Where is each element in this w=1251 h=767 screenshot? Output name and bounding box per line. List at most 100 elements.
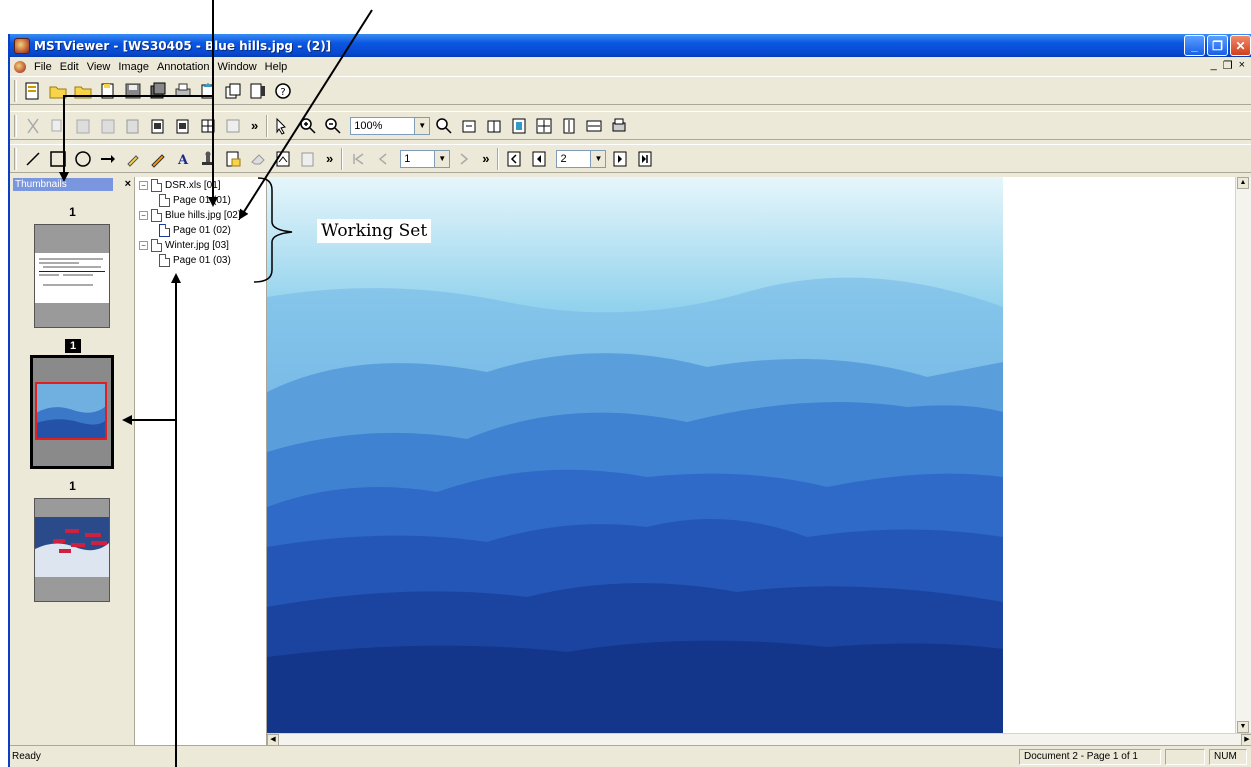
new-workset-icon[interactable] xyxy=(22,80,44,102)
page-icon xyxy=(159,193,170,207)
print-icon[interactable] xyxy=(172,80,194,102)
first-page-icon[interactable] xyxy=(347,148,369,170)
close-icon[interactable]: × xyxy=(125,178,131,190)
stamp-tool-icon[interactable] xyxy=(197,148,219,170)
tree-document[interactable]: − DSR.xls [01] xyxy=(139,178,221,192)
thumbnail-blue-hills[interactable] xyxy=(30,355,114,469)
chevron-down-icon[interactable]: ▼ xyxy=(434,150,450,167)
tree-document-label: Winter.jpg [03] xyxy=(165,239,229,251)
minimize-button[interactable]: _ xyxy=(1184,35,1205,56)
tree-document[interactable]: − Winter.jpg [03] xyxy=(139,238,229,252)
help-icon[interactable]: ? xyxy=(272,80,294,102)
chevron-down-icon[interactable]: ▼ xyxy=(590,150,606,167)
annotation-layer-icon[interactable] xyxy=(272,148,294,170)
insert-before-icon[interactable] xyxy=(147,115,169,137)
page-grid-alt-icon[interactable] xyxy=(222,115,244,137)
mdi-minimize-button[interactable]: _ xyxy=(1211,59,1217,72)
open-document-icon[interactable] xyxy=(97,80,119,102)
rotate-icon[interactable] xyxy=(458,115,480,137)
tree-page[interactable]: Page 01 (02) xyxy=(159,223,231,237)
fit-width-icon[interactable] xyxy=(583,115,605,137)
toolbar-overflow[interactable]: » xyxy=(482,151,489,166)
menu-annotation[interactable]: Annotation xyxy=(153,61,214,73)
chevron-down-icon[interactable]: ▼ xyxy=(414,117,430,134)
highlighter-tool-icon[interactable] xyxy=(122,148,144,170)
fit-page-icon[interactable] xyxy=(508,115,530,137)
tree-page[interactable]: Page 01 (01) xyxy=(159,193,231,207)
save-icon[interactable] xyxy=(122,80,144,102)
annotation-copy-icon[interactable] xyxy=(297,148,319,170)
collapse-icon[interactable]: − xyxy=(139,210,148,220)
page-grid-icon[interactable] xyxy=(197,115,219,137)
magnifier-icon[interactable] xyxy=(433,115,455,137)
zoom-out-icon[interactable] xyxy=(322,115,344,137)
thumbnail-dsr[interactable] xyxy=(34,224,110,328)
menu-view[interactable]: View xyxy=(83,61,115,73)
prev-document-icon[interactable] xyxy=(528,148,550,170)
document-icon[interactable] xyxy=(14,60,26,73)
scroll-up-icon[interactable]: ▲ xyxy=(1237,177,1249,189)
menu-window[interactable]: Window xyxy=(214,61,261,73)
copy-document-icon[interactable] xyxy=(222,80,244,102)
eraser-icon[interactable] xyxy=(247,148,269,170)
next-page-icon[interactable] xyxy=(453,148,475,170)
toolbar-overflow[interactable]: » xyxy=(326,151,333,166)
menu-image[interactable]: Image xyxy=(114,61,153,73)
toolbar-grip[interactable] xyxy=(14,79,17,102)
tree-document[interactable]: − Blue hills.jpg [02] xyxy=(139,208,241,222)
cut-icon[interactable] xyxy=(22,115,44,137)
properties-icon[interactable] xyxy=(247,80,269,102)
copy-icon[interactable] xyxy=(47,115,69,137)
menu-help[interactable]: Help xyxy=(261,61,292,73)
last-document-icon[interactable] xyxy=(634,148,656,170)
horizontal-scrollbar[interactable]: ◀ ▶ xyxy=(267,733,1251,746)
restore-button[interactable]: ❐ xyxy=(1207,35,1228,56)
ellipse-tool-icon[interactable] xyxy=(72,148,94,170)
open-folder-alt-icon[interactable] xyxy=(72,80,94,102)
pen-tool-icon[interactable] xyxy=(147,148,169,170)
zoom-value: 100% xyxy=(354,119,383,132)
close-button[interactable]: ✕ xyxy=(1230,35,1251,56)
export-icon[interactable] xyxy=(197,80,219,102)
menu-edit[interactable]: Edit xyxy=(56,61,83,73)
tree-page[interactable]: Page 01 (03) xyxy=(159,253,231,267)
mdi-close-button[interactable]: × xyxy=(1239,59,1245,72)
zoom-combo[interactable]: 100% ▼ xyxy=(350,116,431,135)
collapse-icon[interactable]: − xyxy=(139,240,148,250)
tree-page-label: Page 01 (02) xyxy=(173,224,231,236)
attach-note-icon[interactable] xyxy=(222,148,244,170)
zoom-in-icon[interactable] xyxy=(297,115,319,137)
mdi-restore-button[interactable]: ❐ xyxy=(1223,59,1233,72)
toolbar-grip[interactable] xyxy=(14,114,17,137)
page-combo[interactable]: 1 ▼ xyxy=(400,149,451,168)
collapse-icon[interactable]: − xyxy=(139,180,148,190)
rectangle-tool-icon[interactable] xyxy=(47,148,69,170)
next-document-icon[interactable] xyxy=(609,148,631,170)
scroll-down-icon[interactable]: ▼ xyxy=(1237,721,1249,733)
toolbar-grip[interactable] xyxy=(14,147,17,170)
window-title: MSTViewer - [WS30405 - Blue hills.jpg - … xyxy=(34,38,332,53)
first-document-icon[interactable] xyxy=(503,148,525,170)
fit-height-icon[interactable] xyxy=(558,115,580,137)
prev-page-icon[interactable] xyxy=(372,148,394,170)
toolbar-overflow[interactable]: » xyxy=(251,118,258,133)
insert-after-icon[interactable] xyxy=(172,115,194,137)
arrow-tool-icon[interactable] xyxy=(97,148,119,170)
image-viewer[interactable] xyxy=(267,177,1251,733)
open-folder-icon[interactable] xyxy=(47,80,69,102)
paste-special-icon[interactable] xyxy=(97,115,119,137)
insert-page-icon[interactable] xyxy=(122,115,144,137)
menu-file[interactable]: File xyxy=(30,61,56,73)
flip-icon[interactable] xyxy=(483,115,505,137)
paste-icon[interactable] xyxy=(72,115,94,137)
title-bar[interactable]: MSTViewer - [WS30405 - Blue hills.jpg - … xyxy=(10,34,1251,57)
line-tool-icon[interactable] xyxy=(22,148,44,170)
select-pointer-icon[interactable] xyxy=(272,115,294,137)
thumbnail-winter[interactable] xyxy=(34,498,110,602)
document-combo[interactable]: 2 ▼ xyxy=(556,149,607,168)
vertical-scrollbar[interactable]: ▲ ▼ xyxy=(1235,177,1251,733)
fit-best-icon[interactable] xyxy=(533,115,555,137)
text-tool-icon[interactable]: A xyxy=(172,148,194,170)
scan-icon[interactable] xyxy=(608,115,630,137)
save-all-icon[interactable] xyxy=(147,80,169,102)
